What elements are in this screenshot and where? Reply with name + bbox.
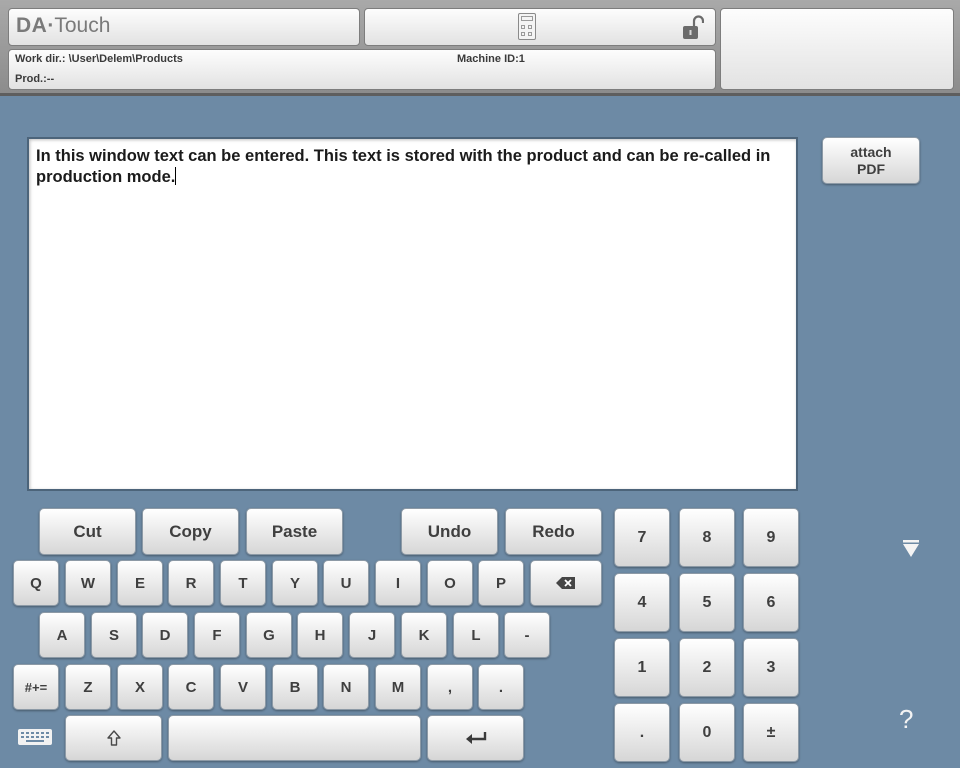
backspace-key[interactable] [530, 560, 602, 606]
redo-button[interactable]: Redo [505, 508, 602, 555]
undo-button[interactable]: Undo [401, 508, 498, 555]
key-q[interactable]: Q [13, 560, 59, 606]
num-decimal[interactable]: . [614, 703, 670, 762]
help-button[interactable]: ? [899, 704, 913, 735]
key-e[interactable]: E [117, 560, 163, 606]
editor-text: In this window text can be entered. This… [36, 147, 771, 186]
key-m[interactable]: M [375, 664, 421, 710]
key-v[interactable]: V [220, 664, 266, 710]
backspace-icon [556, 577, 575, 589]
cut-button[interactable]: Cut [39, 508, 136, 555]
key-f[interactable]: F [194, 612, 240, 658]
key-dash[interactable]: - [504, 612, 550, 658]
key-h[interactable]: H [297, 612, 343, 658]
key-r[interactable]: R [168, 560, 214, 606]
text-caret [175, 167, 177, 185]
product-text-editor[interactable]: In this window text can be entered. This… [27, 137, 798, 491]
product-label: Prod.:-- [15, 73, 55, 85]
symbols-key[interactable]: #+= [13, 664, 59, 710]
header-bar: DA·Touch Work dir.: \User\Delem\Products… [0, 0, 960, 96]
key-s[interactable]: S [91, 612, 137, 658]
key-d[interactable]: D [142, 612, 188, 658]
paste-button[interactable]: Paste [246, 508, 343, 555]
key-o[interactable]: O [427, 560, 473, 606]
key-u[interactable]: U [323, 560, 369, 606]
num-7[interactable]: 7 [614, 508, 670, 567]
num-8[interactable]: 8 [679, 508, 735, 567]
tools-panel[interactable] [364, 8, 716, 46]
enter-key[interactable] [427, 715, 524, 761]
key-period[interactable]: . [478, 664, 524, 710]
num-4[interactable]: 4 [614, 573, 670, 632]
attach-pdf-line2: PDF [857, 160, 885, 177]
logo-text-touch: Touch [54, 14, 111, 37]
key-y[interactable]: Y [272, 560, 318, 606]
key-x[interactable]: X [117, 664, 163, 710]
calculator-icon[interactable] [518, 13, 536, 40]
num-5[interactable]: 5 [679, 573, 735, 632]
shift-icon [106, 730, 121, 746]
num-2[interactable]: 2 [679, 638, 735, 697]
key-b[interactable]: B [272, 664, 318, 710]
enter-icon [465, 732, 486, 744]
attach-pdf-line1: attach [850, 143, 892, 160]
unlock-icon[interactable] [682, 15, 704, 41]
copy-button[interactable]: Copy [142, 508, 239, 555]
shift-key[interactable] [65, 715, 162, 761]
num-6[interactable]: 6 [743, 573, 799, 632]
key-k[interactable]: K [401, 612, 447, 658]
key-i[interactable]: I [375, 560, 421, 606]
key-w[interactable]: W [65, 560, 111, 606]
machine-id-label: Machine ID:1 [457, 53, 525, 65]
attach-pdf-button[interactable]: attach PDF [822, 137, 920, 184]
key-t[interactable]: T [220, 560, 266, 606]
num-plus-minus[interactable]: ± [743, 703, 799, 762]
key-j[interactable]: J [349, 612, 395, 658]
key-l[interactable]: L [453, 612, 499, 658]
dropdown-triangle-icon[interactable] [903, 540, 919, 557]
app-logo: DA·Touch [16, 13, 110, 39]
key-p[interactable]: P [478, 560, 524, 606]
key-comma[interactable]: , [427, 664, 473, 710]
work-dir-label: Work dir.: \User\Delem\Products [15, 53, 183, 65]
num-3[interactable]: 3 [743, 638, 799, 697]
keyboard-icon[interactable] [18, 729, 52, 745]
logo-text-da: DA [16, 14, 48, 37]
num-1[interactable]: 1 [614, 638, 670, 697]
header-right-panel[interactable] [720, 8, 954, 90]
key-n[interactable]: N [323, 664, 369, 710]
key-g[interactable]: G [246, 612, 292, 658]
num-0[interactable]: 0 [679, 703, 735, 762]
num-9[interactable]: 9 [743, 508, 799, 567]
space-key[interactable] [168, 715, 421, 761]
key-a[interactable]: A [39, 612, 85, 658]
key-z[interactable]: Z [65, 664, 111, 710]
key-c[interactable]: C [168, 664, 214, 710]
